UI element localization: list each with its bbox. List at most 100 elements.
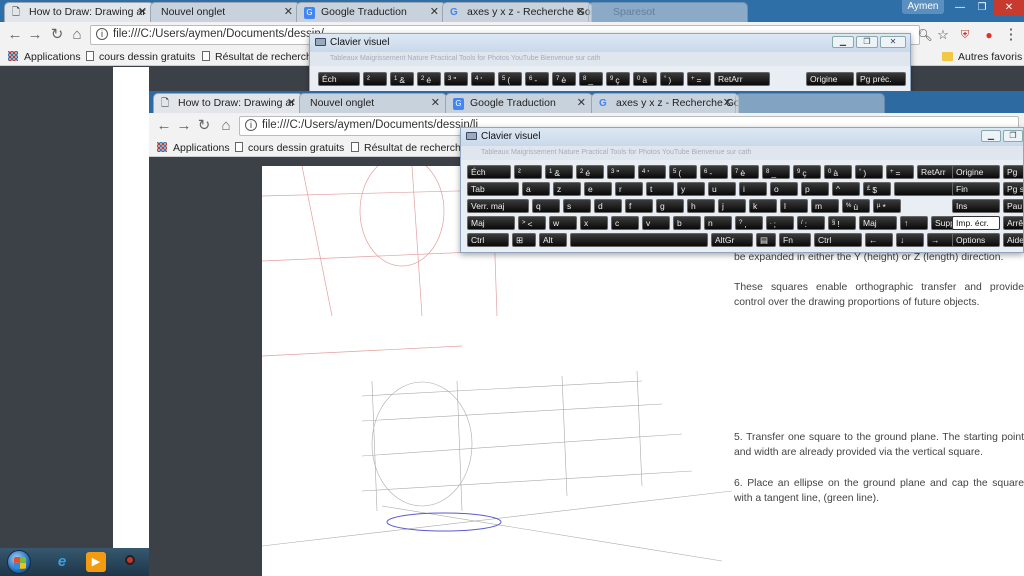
- key-[interactable]: →: [927, 233, 955, 247]
- key-[interactable]: 5(: [498, 72, 522, 86]
- menu-icon[interactable]: ⋮: [1002, 26, 1020, 44]
- key-ins[interactable]: Ins: [952, 199, 1000, 213]
- key-v[interactable]: v: [642, 216, 670, 230]
- key-s[interactable]: s: [563, 199, 591, 213]
- key-[interactable]: 6-: [525, 72, 549, 86]
- bookmark-cours-dessin[interactable]: cours dessin gratuits: [86, 51, 195, 63]
- key-h[interactable]: h: [687, 199, 715, 213]
- key-u[interactable]: u: [708, 182, 736, 196]
- home-icon[interactable]: ⌂: [68, 26, 86, 44]
- key-j[interactable]: j: [718, 199, 746, 213]
- key-r[interactable]: r: [615, 182, 643, 196]
- key-[interactable]: ↓: [896, 233, 924, 247]
- close-icon[interactable]: ✕: [431, 96, 440, 109]
- key-[interactable]: µ *: [873, 199, 901, 213]
- key-[interactable]: % ù: [842, 199, 870, 213]
- media-player-icon[interactable]: ▶: [86, 552, 106, 572]
- key-f[interactable]: f: [625, 199, 653, 213]
- zoom-icon[interactable]: 🔍︎: [916, 26, 934, 44]
- key-tab[interactable]: Tab: [467, 182, 519, 196]
- bookmark-apps[interactable]: Applications: [8, 51, 81, 63]
- key-[interactable]: 6-: [700, 165, 728, 179]
- key-alt[interactable]: Alt: [539, 233, 567, 247]
- key-y[interactable]: y: [677, 182, 705, 196]
- key-ctrl[interactable]: Ctrl: [467, 233, 509, 247]
- key-t[interactable]: t: [646, 182, 674, 196]
- bg-tab-how-to-draw[interactable]: 🗋 How to Draw: Drawing ar ✕: [4, 2, 154, 22]
- back-icon[interactable]: ←: [6, 26, 24, 44]
- close-icon[interactable]: ✕: [880, 36, 906, 48]
- key-o[interactable]: o: [770, 182, 798, 196]
- minimize-icon[interactable]: ▁: [981, 130, 1001, 142]
- key-z[interactable]: z: [553, 182, 581, 196]
- key-space[interactable]: [894, 182, 954, 196]
- forward-icon[interactable]: →: [175, 117, 193, 135]
- key-[interactable]: ²: [514, 165, 542, 179]
- close-icon[interactable]: ✕: [138, 5, 147, 18]
- close-window-icon[interactable]: ✕: [994, 0, 1024, 16]
- start-button[interactable]: [7, 550, 31, 574]
- key-pgprc[interactable]: Pg préc.: [856, 72, 906, 86]
- minimize-icon[interactable]: ▁: [832, 36, 854, 48]
- key-i[interactable]: i: [739, 182, 767, 196]
- key-p[interactable]: p: [801, 182, 829, 196]
- key-[interactable]: ↑: [900, 216, 928, 230]
- fg-tab-google-traduction[interactable]: G Google Traduction ✕: [445, 93, 593, 113]
- key-[interactable]: ^: [832, 182, 860, 196]
- key-pg[interactable]: Pg: [1003, 165, 1023, 179]
- bookmark-apps[interactable]: Applications: [157, 142, 230, 154]
- record-icon[interactable]: [120, 552, 140, 572]
- key-[interactable]: 8 _: [762, 165, 790, 179]
- key-[interactable]: /:: [797, 216, 825, 230]
- key-aide[interactable]: Aide: [1003, 233, 1023, 247]
- key-[interactable]: °): [660, 72, 684, 86]
- bg-tab-nouvel-onglet[interactable]: Nouvel onglet ✕: [150, 2, 300, 22]
- key-pau[interactable]: Pau: [1003, 199, 1023, 213]
- minimize-icon[interactable]: —: [948, 0, 972, 16]
- close-icon[interactable]: ✕: [284, 5, 293, 18]
- key-[interactable]: 4 ': [638, 165, 666, 179]
- key-origine[interactable]: Origine: [806, 72, 854, 86]
- key-[interactable]: 1 &: [545, 165, 573, 179]
- key-[interactable]: £ $: [863, 182, 891, 196]
- key-a[interactable]: a: [522, 182, 550, 196]
- key-[interactable]: 9ç: [793, 165, 821, 179]
- key-[interactable]: 0à: [824, 165, 852, 179]
- fg-tab-axes-search[interactable]: G axes y x z - Recherche Go ✕: [591, 93, 739, 113]
- key-[interactable]: 9ç: [606, 72, 630, 86]
- key-[interactable]: > <: [518, 216, 546, 230]
- key-altgr[interactable]: AltGr: [711, 233, 753, 247]
- key-[interactable]: 5(: [669, 165, 697, 179]
- key-retarr[interactable]: RetArr: [714, 72, 770, 86]
- key-b[interactable]: b: [673, 216, 701, 230]
- close-icon[interactable]: ✕: [287, 96, 296, 109]
- key-[interactable]: ²: [363, 72, 387, 86]
- opera-icon[interactable]: ●: [980, 26, 998, 44]
- bookmark-resultat[interactable]: Résultat de recherch: [202, 51, 312, 63]
- key-[interactable]: 3 ": [607, 165, 635, 179]
- key-[interactable]: °): [855, 165, 883, 179]
- key-ch[interactable]: Éch: [318, 72, 360, 86]
- bookmark-autres-favoris[interactable]: Autres favoris: [942, 51, 1022, 63]
- key-[interactable]: 0à: [633, 72, 657, 86]
- maximize-icon[interactable]: ❐: [1003, 130, 1023, 142]
- key-[interactable]: ←: [865, 233, 893, 247]
- close-icon[interactable]: ✕: [430, 5, 439, 18]
- key-k[interactable]: k: [749, 199, 777, 213]
- key-[interactable]: 2é: [417, 72, 441, 86]
- close-icon[interactable]: ✕: [577, 96, 586, 109]
- key-[interactable]: .;: [766, 216, 794, 230]
- key-d[interactable]: d: [594, 199, 622, 213]
- close-icon[interactable]: ✕: [576, 5, 585, 18]
- bookmark-resultat[interactable]: Résultat de recherch: [351, 142, 461, 154]
- key-[interactable]: 8 _: [579, 72, 603, 86]
- shield-icon[interactable]: ⛨: [956, 26, 974, 44]
- maximize-icon[interactable]: ❐: [856, 36, 878, 48]
- key-[interactable]: + =: [687, 72, 711, 86]
- key-[interactable]: 4 ': [471, 72, 495, 86]
- user-profile-button[interactable]: Aymen: [902, 0, 944, 14]
- reload-icon[interactable]: ↻: [195, 117, 213, 135]
- key-[interactable]: 1 &: [390, 72, 414, 86]
- key-[interactable]: ?,: [735, 216, 763, 230]
- key-ctrl[interactable]: Ctrl: [814, 233, 862, 247]
